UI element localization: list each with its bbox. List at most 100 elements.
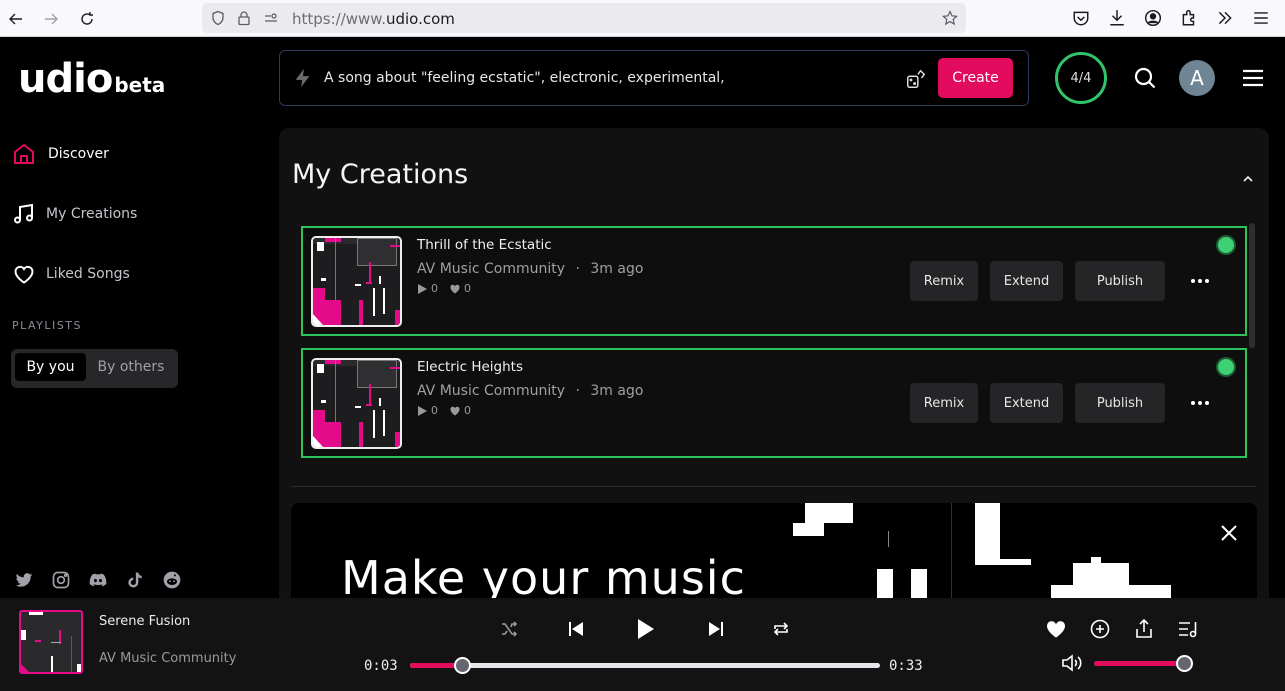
like-heart-icon[interactable]	[1045, 618, 1067, 640]
song-title[interactable]: Electric Heights	[417, 359, 523, 375]
song-cover-art[interactable]	[311, 236, 402, 327]
reddit-icon[interactable]	[162, 570, 182, 590]
beta-badge: beta	[114, 73, 166, 97]
discord-icon[interactable]	[88, 570, 108, 590]
now-playing-artist[interactable]: AV Music Community	[99, 651, 236, 666]
url-prefix: https://www.	[292, 10, 386, 28]
song-title[interactable]: Thrill of the Ecstatic	[417, 237, 552, 253]
status-indicator	[1218, 359, 1234, 375]
current-time: 0:03	[364, 658, 398, 674]
more-options-icon[interactable]	[1187, 268, 1213, 294]
remix-button[interactable]: Remix	[910, 261, 978, 301]
duration: 0:33	[889, 658, 923, 674]
prompt-input[interactable]	[324, 65, 884, 91]
create-button[interactable]: Create	[938, 58, 1013, 98]
more-options-icon[interactable]	[1187, 390, 1213, 416]
shield-icon[interactable]	[210, 10, 226, 26]
playlists-heading: PLAYLISTS	[12, 319, 82, 332]
sidebar-item-my-creations[interactable]: My Creations	[12, 199, 137, 229]
browser-toolbar: https://www.udio.com	[0, 0, 1285, 37]
twitter-icon[interactable]	[14, 570, 34, 590]
next-track-icon[interactable]	[705, 618, 727, 640]
lock-icon[interactable]	[236, 10, 252, 26]
sidebar-item-discover[interactable]: Discover	[12, 139, 109, 169]
remix-button[interactable]: Remix	[910, 383, 978, 423]
extensions-icon[interactable]	[1180, 9, 1198, 27]
now-playing-title[interactable]: Serene Fusion	[99, 614, 190, 629]
player-bar: Serene Fusion AV Music Community 0:03 0:…	[0, 598, 1285, 691]
sidebar-item-label: My Creations	[46, 206, 138, 222]
play-count: 0	[431, 404, 438, 417]
like-count: 0	[464, 282, 471, 295]
url-bar[interactable]: https://www.udio.com	[202, 3, 966, 33]
song-artist[interactable]: AV Music Community	[417, 261, 565, 277]
udio-logo[interactable]: udio beta	[18, 56, 165, 102]
publish-button[interactable]: Publish	[1075, 261, 1165, 301]
scrollbar[interactable]	[1249, 223, 1255, 348]
tab-by-you[interactable]: By you	[15, 353, 86, 381]
volume-handle[interactable]	[1176, 655, 1193, 672]
search-icon[interactable]	[1133, 66, 1157, 90]
back-button[interactable]	[5, 8, 27, 30]
song-meta: AV Music Community · 3m ago	[417, 261, 643, 277]
pocket-icon[interactable]	[1072, 9, 1090, 27]
publish-button[interactable]: Publish	[1075, 383, 1165, 423]
progress-handle[interactable]	[453, 657, 471, 674]
sidebar-item-label: Discover	[48, 146, 109, 162]
extend-button[interactable]: Extend	[990, 261, 1063, 301]
add-to-playlist-icon[interactable]	[1089, 618, 1111, 640]
bookmark-star-icon[interactable]	[942, 10, 958, 26]
song-stats: 0 0	[417, 404, 471, 417]
hamburger-menu-icon[interactable]	[1242, 68, 1264, 88]
reload-button[interactable]	[76, 8, 98, 30]
song-artist[interactable]: AV Music Community	[417, 383, 565, 399]
now-playing-cover[interactable]	[19, 610, 83, 674]
separator: ·	[575, 383, 580, 399]
progress-slider[interactable]	[410, 657, 880, 674]
page-title: My Creations	[292, 159, 469, 190]
browser-menu-icon[interactable]	[1252, 9, 1270, 27]
chevron-up-icon[interactable]	[1241, 172, 1255, 186]
like-count-icon	[450, 284, 460, 293]
forward-button[interactable]	[40, 8, 62, 30]
sidebar-item-liked-songs[interactable]: Liked Songs	[12, 259, 130, 289]
previous-track-icon[interactable]	[565, 618, 587, 640]
tab-by-others[interactable]: By others	[91, 353, 171, 381]
song-cover-art[interactable]	[311, 358, 402, 449]
prompt-bar: Create	[279, 50, 1029, 106]
close-banner-icon[interactable]	[1219, 523, 1239, 543]
user-avatar[interactable]: A	[1179, 60, 1215, 96]
random-prompt-dice-icon[interactable]	[905, 68, 927, 90]
repeat-icon[interactable]	[772, 620, 790, 638]
credits-indicator[interactable]: 4/4	[1055, 52, 1107, 104]
extend-button[interactable]: Extend	[990, 383, 1063, 423]
shuffle-icon[interactable]	[500, 620, 518, 638]
play-count: 0	[431, 282, 438, 295]
separator: ·	[575, 261, 580, 277]
banner-heading: Make your music	[341, 551, 746, 605]
promo-banner: Make your music	[291, 503, 1257, 608]
instagram-icon[interactable]	[51, 570, 71, 590]
play-icon[interactable]	[632, 616, 658, 642]
tiktok-icon[interactable]	[125, 570, 145, 590]
song-row[interactable]: Electric Heights AV Music Community · 3m…	[301, 348, 1247, 458]
permissions-icon[interactable]	[263, 10, 279, 26]
volume-fill	[1094, 661, 1184, 666]
song-row[interactable]: Thrill of the Ecstatic AV Music Communit…	[301, 226, 1247, 336]
lightning-icon	[292, 67, 314, 89]
song-age: 3m ago	[590, 383, 644, 399]
divider	[291, 486, 1256, 487]
volume-slider[interactable]	[1094, 655, 1193, 672]
sidebar-item-label: Liked Songs	[46, 266, 130, 282]
overflow-chevrons-icon[interactable]	[1216, 9, 1234, 27]
share-icon[interactable]	[1133, 618, 1155, 640]
download-icon[interactable]	[1108, 9, 1126, 27]
account-icon[interactable]	[1144, 9, 1162, 27]
url-text[interactable]: https://www.udio.com	[292, 10, 455, 28]
heart-icon	[14, 265, 34, 284]
queue-icon[interactable]	[1177, 618, 1199, 640]
like-count-icon	[450, 406, 460, 415]
song-age: 3m ago	[590, 261, 644, 277]
volume-icon[interactable]	[1061, 653, 1083, 673]
play-count-icon	[418, 405, 427, 416]
